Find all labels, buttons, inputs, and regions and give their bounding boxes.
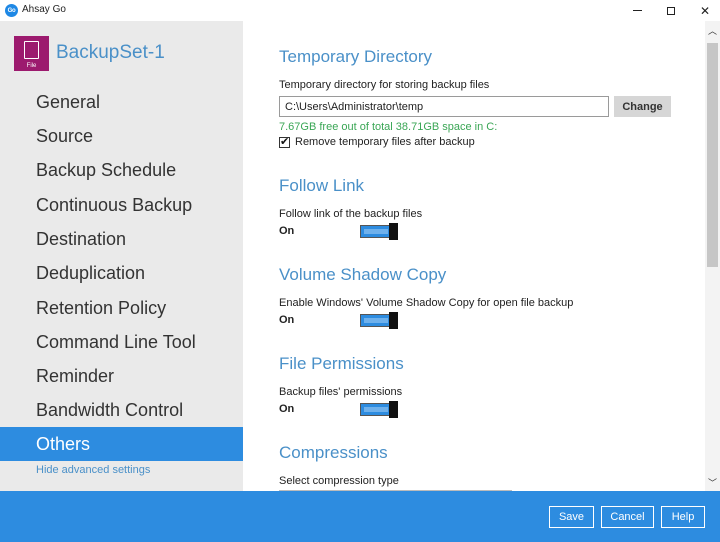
toggle-track xyxy=(360,225,392,238)
file-permissions-toggle[interactable] xyxy=(360,401,398,418)
remove-temp-files-checkbox[interactable]: ✔ xyxy=(279,137,290,148)
maximize-button[interactable] xyxy=(654,0,688,21)
change-button[interactable]: Change xyxy=(614,96,671,117)
set-icon-label: File xyxy=(26,63,37,69)
backupset-name: BackupSet-1 xyxy=(56,42,165,63)
cancel-button[interactable]: Cancel xyxy=(601,506,654,528)
sidebar-item-retention-policy[interactable]: Retention Policy xyxy=(0,291,243,325)
scroll-down-icon[interactable]: ﹀ xyxy=(705,473,720,491)
temp-dir-title: Temporary Directory xyxy=(279,47,433,66)
sidebar-item-destination[interactable]: Destination xyxy=(0,222,243,256)
file-permissions-state: On xyxy=(279,403,295,415)
toggle-track xyxy=(360,403,392,416)
follow-link-state: On xyxy=(279,225,295,237)
close-button[interactable]: ✕ xyxy=(688,0,720,21)
temp-dir-label: Temporary directory for storing backup f… xyxy=(279,79,490,91)
footer-bar: Save Cancel Help xyxy=(0,491,720,542)
main-panel: Temporary Directory Temporary directory … xyxy=(243,21,705,491)
temp-dir-input[interactable] xyxy=(279,96,609,117)
toggle-knob xyxy=(389,401,398,418)
follow-link-toggle[interactable] xyxy=(360,223,398,240)
minimize-button[interactable] xyxy=(620,0,654,21)
vss-title: Volume Shadow Copy xyxy=(279,265,447,284)
sidebar-item-deduplication[interactable]: Deduplication xyxy=(0,256,243,290)
scroll-up-icon[interactable]: ︿ xyxy=(705,21,720,39)
sidebar-item-bandwidth-control[interactable]: Bandwidth Control xyxy=(0,393,243,427)
sidebar-item-general[interactable]: General xyxy=(0,85,243,119)
follow-link-title: Follow Link xyxy=(279,176,365,195)
hide-advanced-settings-link[interactable]: Hide advanced settings xyxy=(36,464,150,476)
toggle-knob xyxy=(389,223,398,240)
close-icon: ✕ xyxy=(699,3,711,18)
remove-temp-files-label: Remove temporary files after backup xyxy=(295,136,475,148)
vss-toggle[interactable] xyxy=(360,312,398,329)
sidebar-item-others[interactable]: Others xyxy=(0,427,243,461)
scrollbar[interactable]: ︿ ﹀ xyxy=(705,21,720,491)
sidebar-item-reminder[interactable]: Reminder xyxy=(0,359,243,393)
sidebar: File BackupSet-1 General Source Backup S… xyxy=(0,21,243,491)
toggle-knob xyxy=(389,312,398,329)
toggle-track xyxy=(360,314,392,327)
maximize-icon xyxy=(667,6,675,15)
scroll-thumb[interactable] xyxy=(707,43,718,267)
window-title: Ahsay Go xyxy=(22,4,66,15)
document-icon xyxy=(24,41,39,59)
sidebar-item-command-line-tool[interactable]: Command Line Tool xyxy=(0,325,243,359)
vss-state: On xyxy=(279,314,295,326)
file-backupset-icon: File xyxy=(14,36,49,71)
sidebar-item-continuous-backup[interactable]: Continuous Backup xyxy=(0,188,243,222)
vss-label: Enable Windows' Volume Shadow Copy for o… xyxy=(279,297,574,309)
follow-link-label: Follow link of the backup files xyxy=(279,208,423,220)
file-permissions-title: File Permissions xyxy=(279,354,404,373)
sidebar-item-source[interactable]: Source xyxy=(0,119,243,153)
sidebar-item-backup-schedule[interactable]: Backup Schedule xyxy=(0,153,243,187)
free-space-text: 7.67GB free out of total 38.71GB space i… xyxy=(279,121,498,133)
compressions-title: Compressions xyxy=(279,443,388,462)
save-button[interactable]: Save xyxy=(549,506,594,528)
help-button[interactable]: Help xyxy=(661,506,705,528)
file-permissions-label: Backup files' permissions xyxy=(279,386,403,398)
minimize-icon xyxy=(632,10,642,11)
app-logo-icon: Go xyxy=(5,4,18,17)
compressions-label: Select compression type xyxy=(279,475,399,487)
title-bar: Go Ahsay Go ✕ xyxy=(0,0,720,21)
